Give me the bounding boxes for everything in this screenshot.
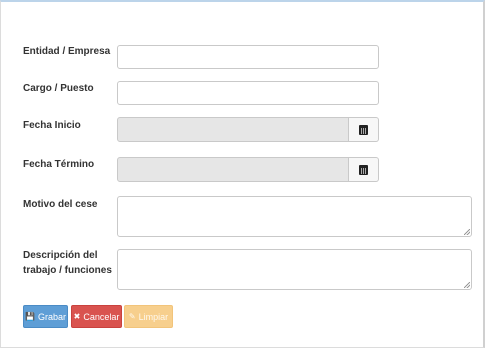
save-icon: 💾 (25, 311, 35, 321)
close-icon: ✖ (73, 311, 81, 321)
resize-handle-icon[interactable] (464, 282, 470, 288)
cargo-label: Cargo / Puesto (23, 83, 94, 94)
fecha-termino-calendar-button[interactable] (349, 157, 379, 182)
eraser-icon: ✎ (128, 311, 136, 321)
fecha-inicio-label: Fecha Inicio (23, 120, 81, 131)
entidad-input[interactable] (117, 45, 379, 69)
fecha-inicio-calendar-button[interactable] (349, 117, 379, 142)
descripcion-label-line1: Descripción del (23, 250, 98, 261)
motivo-label: Motivo del cese (23, 199, 98, 210)
motivo-textarea[interactable] (117, 196, 472, 237)
grabar-label: Grabar (37, 311, 66, 322)
entidad-label: Entidad / Empresa (23, 46, 111, 57)
fecha-inicio-input (117, 117, 349, 142)
limpiar-button[interactable]: ✎ Limpiar (124, 305, 173, 328)
grabar-button[interactable]: 💾 Grabar (23, 305, 68, 328)
calendar-icon (359, 124, 368, 135)
cargo-input[interactable] (117, 81, 379, 105)
fecha-termino-input (117, 157, 349, 182)
form-panel: Entidad / Empresa Cargo / Puesto Fecha I… (0, 0, 485, 348)
descripcion-textarea[interactable] (117, 249, 472, 290)
descripcion-label-line2: trabajo / funciones (23, 265, 112, 276)
cancelar-label: Cancelar (83, 311, 120, 322)
cancelar-button[interactable]: ✖ Cancelar (71, 305, 122, 328)
fecha-termino-label: Fecha Término (23, 159, 95, 170)
resize-handle-icon[interactable] (464, 229, 470, 235)
limpiar-label: Limpiar (138, 311, 169, 322)
calendar-icon (359, 164, 368, 175)
